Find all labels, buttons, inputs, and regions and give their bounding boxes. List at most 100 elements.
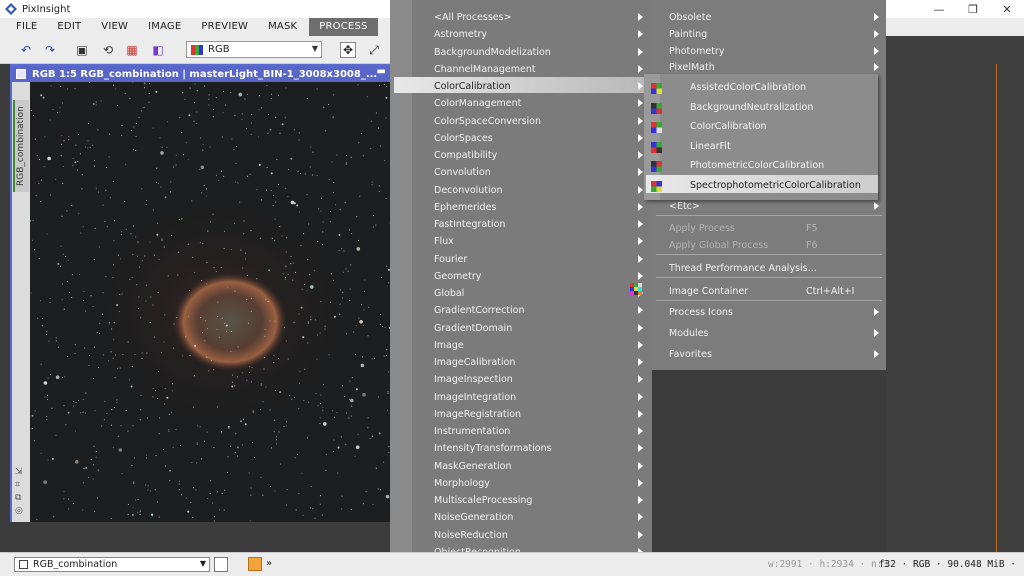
menu-view[interactable]: VIEW <box>91 18 138 36</box>
menu-preview[interactable]: PREVIEW <box>191 18 258 36</box>
submenu-arrow-icon <box>638 358 643 366</box>
menu-item-all-processes[interactable]: <All Processes> <box>434 12 512 23</box>
submenu-arrow-icon <box>638 461 643 470</box>
zoom-fit-icon[interactable]: ⤢ <box>366 42 382 58</box>
menu-item-painting[interactable]: Painting <box>669 29 707 40</box>
menu-item-image[interactable]: Image <box>434 340 464 351</box>
menu-mask[interactable]: MASK <box>258 18 307 36</box>
submenu-item-backgroundneutralization[interactable]: BackgroundNeutralization <box>690 102 813 113</box>
submenu-arrow-icon <box>638 202 643 211</box>
view-id-label: RGB_combination <box>16 106 26 186</box>
menu-item-intensitytransformations[interactable]: IntensityTransformations <box>434 443 552 454</box>
minimize-icon[interactable]: ▬ <box>377 66 386 77</box>
menu-item-multiscaleprocessing[interactable]: MultiscaleProcessing <box>434 495 532 506</box>
submenu-item-photometriccolorcalibration[interactable]: PhotometricColorCalibration <box>690 160 824 171</box>
submenu-arrow-icon <box>638 530 643 539</box>
close-icon[interactable]: ✕ <box>990 0 1024 18</box>
menu-item-astrometry[interactable]: Astrometry <box>434 29 487 40</box>
submenu-arrow-icon <box>638 116 643 125</box>
menu-item-compatibility[interactable]: Compatibility <box>434 150 497 161</box>
menu-highlight <box>394 77 648 93</box>
pan-mode-icon[interactable]: ✥ <box>340 42 356 58</box>
image-window-checkbox[interactable] <box>16 69 26 79</box>
menu-item-gradientdomain[interactable]: GradientDomain <box>434 323 512 334</box>
menu-item-colorcalibration[interactable]: ColorCalibration <box>434 81 511 92</box>
menu-item-etc[interactable]: <Etc> <box>669 201 700 212</box>
mask-indicator-icon[interactable] <box>248 557 262 571</box>
menu-item-fourier[interactable]: Fourier <box>434 254 467 265</box>
menu-item-image-container[interactable]: Image Container <box>669 286 748 297</box>
menu-item-colormanagement[interactable]: ColorManagement <box>434 98 521 109</box>
reset-icon[interactable]: ⟲ <box>100 42 116 58</box>
astro-image-canvas[interactable] <box>30 82 392 522</box>
submenu-arrow-icon <box>638 513 643 522</box>
submenu-arrow-icon <box>874 329 879 337</box>
menu-item-process-icons[interactable]: Process Icons <box>669 307 733 318</box>
submenu-arrow-icon <box>638 99 643 108</box>
view-id-tab[interactable]: RGB_combination <box>13 100 29 192</box>
menu-item-backgroundmodelization[interactable]: BackgroundModelization <box>434 47 551 58</box>
menu-file[interactable]: FILE <box>0 18 47 36</box>
redo-icon[interactable]: ↷ <box>42 42 58 58</box>
submenu-item-spectrophotometriccolorcalibration[interactable]: SpectrophotometricColorCalibration <box>690 180 861 191</box>
image-window-titlebar[interactable]: RGB 1:5 RGB_combination | masterLight_BI… <box>12 66 390 82</box>
submenu-arrow-icon <box>638 13 643 21</box>
submenu-item-colorcalibration[interactable]: ColorCalibration <box>690 121 767 132</box>
submenu-arrow-icon <box>638 82 643 90</box>
submenu-arrow-icon <box>638 254 643 263</box>
menu-item-noisegeneration[interactable]: NoiseGeneration <box>434 512 513 523</box>
more-icon[interactable]: » <box>266 558 272 569</box>
menu-item-colorspaces[interactable]: ColorSpaces <box>434 133 493 144</box>
menu-image[interactable]: IMAGE <box>138 18 191 36</box>
target-icon[interactable]: ◎ <box>15 506 23 516</box>
menu-item-pixelmath[interactable]: PixelMath <box>669 62 715 73</box>
menu-item-imageregistration[interactable]: ImageRegistration <box>434 409 521 420</box>
menu-edit[interactable]: EDIT <box>47 18 91 36</box>
menu-item-colorspaceconversion[interactable]: ColorSpaceConversion <box>434 116 541 127</box>
menu-item-obsolete[interactable]: Obsolete <box>669 12 711 23</box>
submenu-arrow-icon <box>638 478 643 487</box>
menu-item-imageintegration[interactable]: ImageIntegration <box>434 392 516 403</box>
menu-item-instrumentation[interactable]: Instrumentation <box>434 426 510 437</box>
menu-item-thread-performance[interactable]: Thread Performance Analysis... <box>669 263 817 274</box>
clone-icon[interactable]: ⧉ <box>15 493 23 503</box>
menu-item-favorites[interactable]: Favorites <box>669 349 712 360</box>
shortcut-f5: F5 <box>806 223 818 234</box>
menu-item-noisereduction[interactable]: NoiseReduction <box>434 530 508 541</box>
menu-item-maskgeneration[interactable]: MaskGeneration <box>434 461 511 472</box>
sidetab-tools: ⇲ ⌗ ⧉ ◎ <box>15 467 23 516</box>
submenu-arrow-icon <box>638 47 643 56</box>
view-selector[interactable]: RGB_combination ▼ <box>14 557 210 572</box>
channel-select-icon[interactable]: ◧ <box>150 42 166 58</box>
menu-item-geometry[interactable]: Geometry <box>434 271 481 282</box>
menu-item-global[interactable]: Global <box>434 288 464 299</box>
submenu-item-assistedcolorcalibration[interactable]: AssistedColorCalibration <box>690 82 806 93</box>
menu-item-convolution[interactable]: Convolution <box>434 167 491 178</box>
view-explorer-button[interactable] <box>214 557 228 572</box>
crop-icon[interactable]: ⌗ <box>15 480 23 490</box>
menu-item-morphology[interactable]: Morphology <box>434 478 490 489</box>
menu-item-imageinspection[interactable]: ImageInspection <box>434 374 513 385</box>
menu-item-ephemerides[interactable]: Ephemerides <box>434 202 496 213</box>
submenu-arrow-icon <box>638 375 643 384</box>
menu-item-fastintegration[interactable]: FastIntegration <box>434 219 505 230</box>
menu-item-channelmanagement[interactable]: ChannelManagement <box>434 64 536 75</box>
submenu-arrow-icon <box>638 306 643 315</box>
minimize-icon[interactable]: — <box>922 0 956 18</box>
menu-item-deconvolution[interactable]: Deconvolution <box>434 185 503 196</box>
menu-item-flux[interactable]: Flux <box>434 236 454 247</box>
restore-icon[interactable]: ❐ <box>956 0 990 18</box>
menu-process[interactable]: PROCESS <box>309 18 378 36</box>
color-channels-icon[interactable]: ▦ <box>124 42 140 58</box>
menu-item-imagecalibration[interactable]: ImageCalibration <box>434 357 515 368</box>
rgb-channel-select[interactable]: RGB ▼ <box>186 41 322 58</box>
image-window[interactable]: RGB 1:5 RGB_combination | masterLight_BI… <box>10 64 392 522</box>
menu-item-modules[interactable]: Modules <box>669 328 709 339</box>
photometriccolorcalibration-icon <box>651 161 662 172</box>
menu-item-photometry[interactable]: Photometry <box>669 46 724 57</box>
undo-icon[interactable]: ↶ <box>18 42 34 58</box>
resize-icon[interactable]: ⇲ <box>15 467 23 477</box>
submenu-item-linearfit[interactable]: LinearFit <box>690 141 731 152</box>
new-instance-icon[interactable]: ▣ <box>74 42 90 58</box>
menu-item-gradientcorrection[interactable]: GradientCorrection <box>434 305 525 316</box>
